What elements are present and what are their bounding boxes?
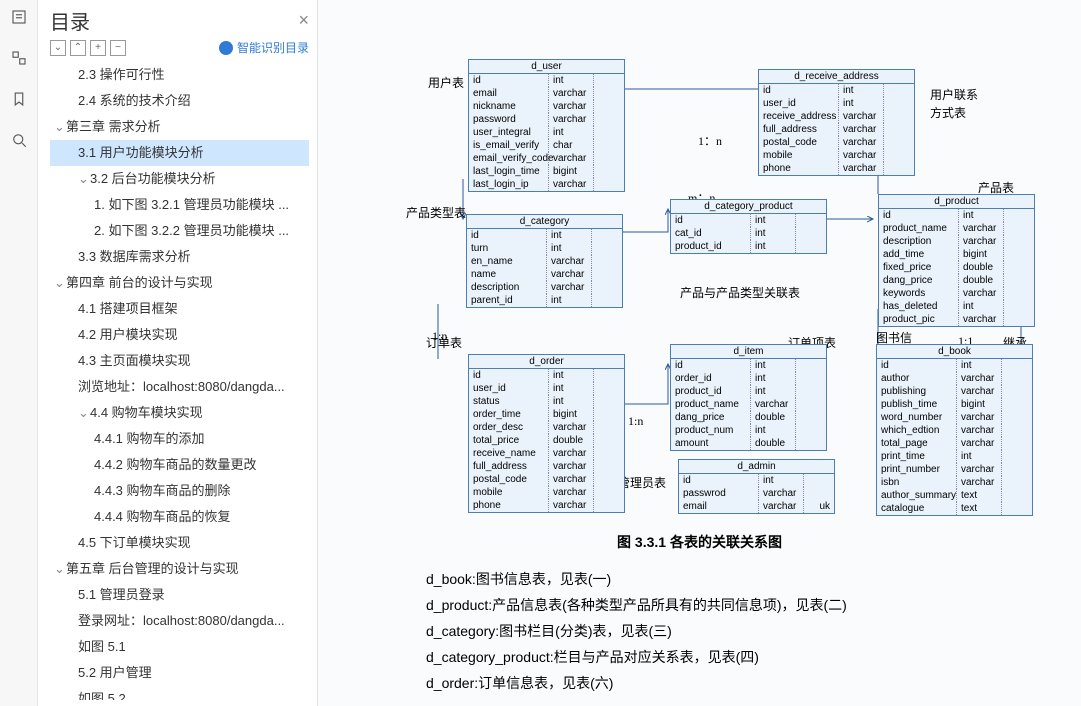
toc-item[interactable]: 登录网址：localhost:8080/dangda... <box>50 608 309 634</box>
toc-item[interactable]: 2. 如下图 3.2.2 管理员功能模块 ... <box>50 218 309 244</box>
diagram-label: 产品类型表 <box>406 204 466 221</box>
document-content: 用户表产品类型表订单表管理员表产品与产品类型关联表订单项表用户联系方式表产品表图… <box>318 0 1081 706</box>
toc-item[interactable]: ⌄3.2 后台功能模块分析 <box>50 166 309 192</box>
db-table-d_category_product: d_category_productidintcat_idintproduct_… <box>670 199 827 254</box>
smart-toc-button[interactable]: 智能识别目录 <box>219 39 309 56</box>
desc-line: d_category_product:栏目与产品对应关系表，见表(四) <box>426 644 1081 670</box>
add-icon[interactable]: + <box>90 40 106 56</box>
diagram-label: 1:n <box>628 414 643 429</box>
remove-icon[interactable]: − <box>110 40 126 56</box>
toc-list: 2.3 操作可行性2.4 系统的技术介绍⌄第三章 需求分析3.1 用户功能模块分… <box>50 62 309 700</box>
expand-icon[interactable] <box>10 49 28 72</box>
diagram-label: 1:n <box>432 329 447 344</box>
db-table-d_product: d_productidintproduct_namevarchardescrip… <box>878 194 1035 327</box>
toc-item[interactable]: ⌄第三章 需求分析 <box>50 114 309 140</box>
toc-item[interactable]: 如图 5.2 <box>50 686 309 700</box>
search-icon[interactable] <box>10 131 28 154</box>
db-table-d_item: d_itemidintorder_idintproduct_idintprodu… <box>670 344 827 451</box>
diagram-label: 方式表 <box>930 104 966 121</box>
db-table-d_user: d_useridintemailvarcharnicknamevarcharpa… <box>468 59 625 192</box>
diagram-label: 产品与产品类型关联表 <box>680 284 800 301</box>
diagram-caption: 图 3.3.1 各表的关联关系图 <box>318 532 1081 552</box>
toc-item[interactable]: 浏览地址：localhost:8080/dangda... <box>50 374 309 400</box>
db-table-d_admin: d_adminidintpasswrodvarcharemailvarcharu… <box>678 459 835 514</box>
toc-item[interactable]: ⌄第四章 前台的设计与实现 <box>50 270 309 296</box>
db-table-d_book: d_bookidintauthorvarcharpublishingvarcha… <box>876 344 1033 516</box>
diagram-label: 用户联系 <box>930 86 978 103</box>
diagram-label: 1：n <box>698 132 722 149</box>
close-icon[interactable]: × <box>298 10 309 31</box>
desc-line: d_product:产品信息表(各种类型产品所具有的共同信息项)，见表(二) <box>426 592 1081 618</box>
toc-item[interactable]: 4.5 下订单模块实现 <box>50 530 309 556</box>
toc-item[interactable]: 3.1 用户功能模块分析 <box>50 140 309 166</box>
bookmark-icon[interactable] <box>10 90 28 113</box>
toc-item[interactable]: 4.4.4 购物车商品的恢复 <box>50 504 309 530</box>
desc-line: d_book:图书信息表，见表(一) <box>426 566 1081 592</box>
table-descriptions: d_book:图书信息表，见表(一)d_product:产品信息表(各种类型产品… <box>318 566 1081 696</box>
db-table-d_receive_address: d_receive_addressidintuser_idintreceive_… <box>758 69 915 176</box>
toc-item[interactable]: 2.4 系统的技术介绍 <box>50 88 309 114</box>
toc-item[interactable]: ⌄第五章 后台管理的设计与实现 <box>50 556 309 582</box>
expand-all-icon[interactable]: ⌃ <box>70 40 86 56</box>
toc-item[interactable]: 2.3 操作可行性 <box>50 62 309 88</box>
toc-item[interactable]: 5.2 用户管理 <box>50 660 309 686</box>
desc-line: d_category:图书栏目(分类)表，见表(三) <box>426 618 1081 644</box>
outline-icon[interactable] <box>10 8 28 31</box>
diagram-label: 用户表 <box>428 74 464 91</box>
collapse-all-icon[interactable]: ⌄ <box>50 40 66 56</box>
toc-item[interactable]: ⌄4.4 购物车模块实现 <box>50 400 309 426</box>
er-diagram: 用户表产品类型表订单表管理员表产品与产品类型关联表订单项表用户联系方式表产品表图… <box>318 4 1038 524</box>
toc-item[interactable]: 1. 如下图 3.2.1 管理员功能模块 ... <box>50 192 309 218</box>
diagram-label: 管理员表 <box>618 474 666 491</box>
toc-item[interactable]: 如图 5.1 <box>50 634 309 660</box>
smart-dot-icon <box>219 41 233 55</box>
toc-item[interactable]: 4.3 主页面模块实现 <box>50 348 309 374</box>
left-iconbar <box>0 0 38 706</box>
toc-item[interactable]: 3.3 数据库需求分析 <box>50 244 309 270</box>
toc-item[interactable]: 4.4.1 购物车的添加 <box>50 426 309 452</box>
toc-item[interactable]: 4.4.3 购物车商品的删除 <box>50 478 309 504</box>
toc-item[interactable]: 4.1 搭建项目框架 <box>50 296 309 322</box>
desc-line: d_order:订单信息表，见表(六) <box>426 670 1081 696</box>
toc-sidebar: 目录 × ⌄ ⌃ + − 智能识别目录 2.3 操作可行性2.4 系统的技术介绍… <box>38 0 318 706</box>
db-table-d_order: d_orderidintuser_idintstatusintorder_tim… <box>468 354 625 513</box>
db-table-d_category: d_categoryidintturninten_namevarcharname… <box>466 214 623 308</box>
toc-item[interactable]: 5.1 管理员登录 <box>50 582 309 608</box>
toc-item[interactable]: 4.4.2 购物车商品的数量更改 <box>50 452 309 478</box>
toc-item[interactable]: 4.2 用户模块实现 <box>50 322 309 348</box>
sidebar-title: 目录 <box>50 6 90 35</box>
